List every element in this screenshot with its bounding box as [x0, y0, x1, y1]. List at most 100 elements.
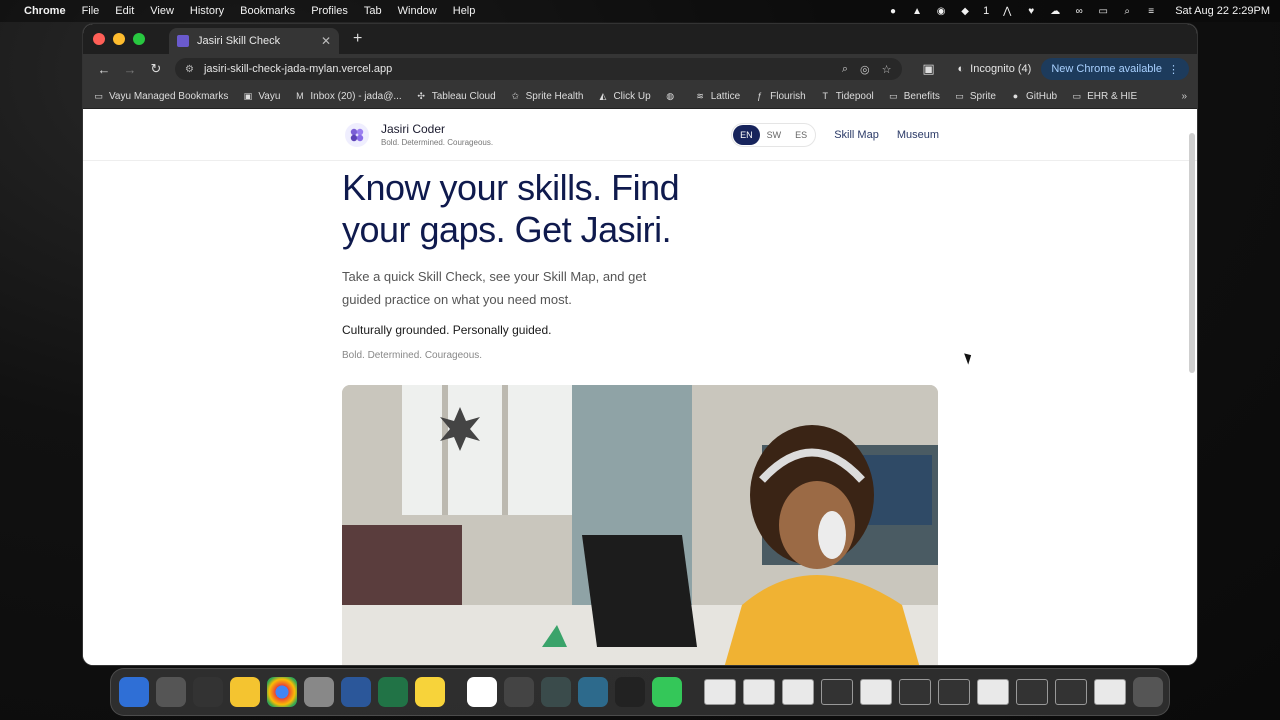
notification-icon[interactable]: ◆: [959, 5, 971, 17]
forward-icon[interactable]: →: [117, 62, 143, 77]
tableau-app-icon[interactable]: [578, 677, 608, 707]
control-center-icon[interactable]: ≡: [1145, 5, 1157, 17]
menu-app-chrome[interactable]: Chrome: [24, 5, 66, 17]
bookmark-item[interactable]: ▭ Benefits: [888, 91, 940, 102]
menubar-clock[interactable]: Sat Aug 22 2:29PM: [1175, 5, 1270, 17]
chrome-icon[interactable]: [267, 677, 297, 707]
lang-en[interactable]: EN: [733, 124, 760, 145]
record-icon[interactable]: ●: [887, 5, 899, 17]
minimized-window-thumbnail[interactable]: [1055, 679, 1087, 705]
system-settings-icon[interactable]: [304, 677, 334, 707]
reload-icon[interactable]: ↻: [143, 61, 169, 77]
bookmark-item[interactable]: ● GitHub: [1010, 91, 1057, 102]
bookmark-item[interactable]: ≋ Lattice: [695, 91, 740, 102]
site-info-icon[interactable]: ⚙: [185, 64, 194, 75]
url-text[interactable]: jasiri-skill-check-jada-mylan.vercel.app: [204, 63, 830, 75]
page-scrollbar[interactable]: [1189, 133, 1195, 373]
terminal-icon[interactable]: [615, 677, 645, 707]
cursor-app-icon[interactable]: [504, 677, 534, 707]
menu-edit[interactable]: Edit: [115, 5, 134, 17]
minimized-window-thumbnail[interactable]: [743, 679, 775, 705]
minimized-window-thumbnail[interactable]: [782, 679, 814, 705]
reminders-icon[interactable]: [193, 677, 223, 707]
database-icon[interactable]: [541, 677, 571, 707]
bookmark-item[interactable]: T Tidepool: [820, 91, 873, 102]
cyberduck-icon[interactable]: [415, 677, 445, 707]
bookmark-item[interactable]: M Inbox (20) - jada@...: [294, 91, 402, 102]
bookmark-item[interactable]: ▭ Vayu Managed Bookmarks: [93, 91, 228, 102]
status-area: ● ▲ ◉ ◆ 1 ⋀ ♥ ☁ ∞ ▭ ⌕ ≡ Sat Aug 22 2:29P…: [887, 5, 1270, 17]
search-icon[interactable]: ⌕: [1121, 5, 1133, 17]
bookmark-item[interactable]: ◭ Click Up: [597, 91, 650, 102]
drive-icon[interactable]: ▲: [911, 5, 923, 17]
side-panel-icon[interactable]: ▣: [916, 61, 942, 77]
minimized-window-thumbnail[interactable]: [821, 679, 853, 705]
gmail-icon: M: [296, 91, 304, 101]
zoom-icon[interactable]: ⌕: [842, 63, 848, 76]
minimized-window-thumbnail[interactable]: [860, 679, 892, 705]
nav-museum[interactable]: Museum: [897, 129, 939, 141]
notes-icon[interactable]: [230, 677, 260, 707]
word-icon[interactable]: [341, 677, 371, 707]
menu-tab[interactable]: Tab: [364, 5, 382, 17]
bookmark-item[interactable]: ▭ EHR & HIE: [1071, 91, 1137, 102]
image-icon: ▣: [243, 90, 253, 101]
menu-bookmarks[interactable]: Bookmarks: [240, 5, 295, 17]
finder-icon[interactable]: [119, 677, 149, 707]
browser-window: Jasiri Skill Check ✕ + ← → ↻ ⚙ jasiri-sk…: [83, 24, 1197, 665]
brand-tagline: Bold. Determined. Courageous.: [381, 138, 494, 147]
tab-jasiri-skill-check[interactable]: Jasiri Skill Check ✕: [169, 28, 339, 54]
hero-tagline: Bold. Determined. Courageous.: [342, 350, 483, 361]
jasiri-logo-icon[interactable]: [345, 122, 369, 147]
vpn-icon[interactable]: ⋀: [1001, 5, 1013, 17]
minimized-window-thumbnail[interactable]: [977, 679, 1009, 705]
more-menu-icon[interactable]: ⋮: [1168, 63, 1179, 76]
eye-slash-icon[interactable]: ◎: [860, 63, 870, 76]
more-bookmarks-icon[interactable]: »: [1181, 91, 1187, 102]
lang-sw[interactable]: SW: [760, 125, 789, 145]
vimeo-icon[interactable]: [467, 677, 497, 707]
bookmark-item[interactable]: ✣ Tableau Cloud: [416, 91, 495, 102]
menu-window[interactable]: Window: [398, 5, 437, 17]
address-bar[interactable]: ⚙ jasiri-skill-check-jada-mylan.vercel.a…: [175, 58, 902, 80]
close-tab-icon[interactable]: ✕: [321, 34, 331, 48]
numbers-icon[interactable]: [652, 677, 682, 707]
cloud-icon[interactable]: ☁: [1049, 5, 1061, 17]
grammarly-icon[interactable]: ◉: [935, 5, 947, 17]
menu-profiles[interactable]: Profiles: [311, 5, 348, 17]
lang-es[interactable]: ES: [788, 125, 814, 145]
minimize-window-button[interactable]: [113, 33, 125, 45]
bookmark-item[interactable]: ◍: [665, 91, 681, 102]
menu-history[interactable]: History: [190, 5, 224, 17]
bookmark-item[interactable]: ƒ Flourish: [754, 91, 806, 102]
battery-icon[interactable]: ▭: [1097, 5, 1109, 17]
link-icon[interactable]: ∞: [1073, 5, 1085, 17]
excel-icon[interactable]: [378, 677, 408, 707]
launchpad-icon[interactable]: [156, 677, 186, 707]
close-window-button[interactable]: [93, 33, 105, 45]
minimized-window-thumbnail[interactable]: [899, 679, 931, 705]
back-icon[interactable]: ←: [91, 62, 117, 77]
audio-icon[interactable]: ♥: [1025, 5, 1037, 17]
minimized-window-thumbnail[interactable]: [704, 679, 736, 705]
brand[interactable]: Jasiri Coder Bold. Determined. Courageou…: [381, 122, 493, 147]
site-header: Jasiri Coder Bold. Determined. Courageou…: [83, 109, 1197, 161]
minimized-window-thumbnail[interactable]: [938, 679, 970, 705]
star-icon: ✩: [511, 90, 519, 101]
incognito-indicator[interactable]: ◐ Incognito (4): [958, 63, 1032, 75]
menu-help[interactable]: Help: [453, 5, 476, 17]
bookmark-item[interactable]: ▣ Vayu: [242, 90, 281, 102]
zoom-window-button[interactable]: [133, 33, 145, 45]
bookmark-item[interactable]: ✩ Sprite Health: [510, 90, 583, 102]
minimized-window-thumbnail[interactable]: [1016, 679, 1048, 705]
incognito-icon: ◐: [957, 63, 965, 75]
new-tab-button[interactable]: +: [353, 30, 362, 48]
minimized-window-thumbnail[interactable]: [1094, 679, 1126, 705]
nav-skill-map[interactable]: Skill Map: [834, 129, 879, 141]
menu-file[interactable]: File: [82, 5, 100, 17]
menu-view[interactable]: View: [150, 5, 174, 17]
update-chrome-button[interactable]: New Chrome available ⋮: [1041, 58, 1189, 80]
bookmark-star-icon[interactable]: ☆: [882, 63, 892, 76]
bookmark-item[interactable]: ▭ Sprite: [954, 91, 996, 102]
trash-icon[interactable]: [1133, 677, 1163, 707]
